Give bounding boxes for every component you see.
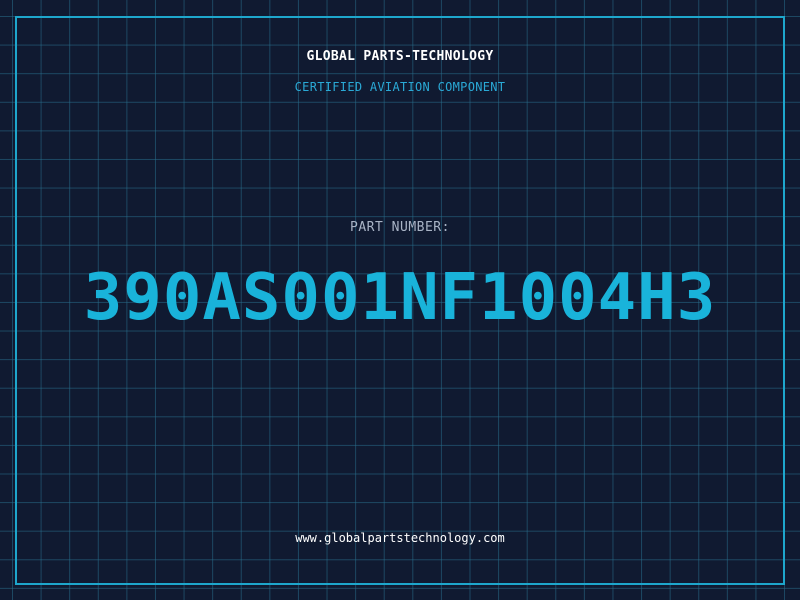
company-name: GLOBAL PARTS-TECHNOLOGY — [306, 49, 494, 64]
part-number-value: 390AS001NF1004H3 — [83, 261, 717, 335]
part-card: GLOBAL PARTS-TECHNOLOGY CERTIFIED AVIATI… — [0, 0, 800, 600]
part-number-label: PART NUMBER: — [350, 220, 450, 235]
website-url: www.globalpartstechnology.com — [295, 531, 505, 545]
certification-tagline: CERTIFIED AVIATION COMPONENT — [294, 80, 506, 94]
